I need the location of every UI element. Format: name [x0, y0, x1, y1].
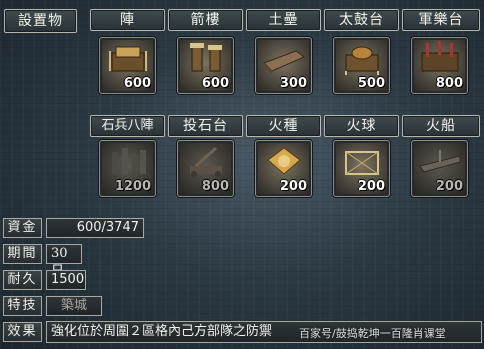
item-cost: 500	[357, 76, 385, 91]
item-label-drum-tower: 太鼓台	[324, 9, 399, 31]
item-label-fireball: 火球	[324, 115, 399, 137]
item-fireball[interactable]: 200	[333, 140, 390, 197]
panel-title: 設置物	[4, 9, 77, 33]
item-cost: 1200	[114, 179, 151, 194]
period-label: 期間	[3, 244, 42, 264]
item-catapult[interactable]: 800	[177, 140, 234, 197]
item-camp[interactable]: 600	[99, 37, 156, 94]
funds-value: 600/3747	[46, 218, 144, 238]
skill-value: 築城	[46, 296, 102, 316]
fire-ship-icon	[419, 150, 461, 173]
item-label-earth-wall: 土壘	[246, 9, 321, 31]
watermark: 百家号/鼓捣乾坤一百隆肖课堂	[299, 327, 446, 340]
stone-sentinel-maze-icon	[112, 148, 146, 174]
durability-value: 1500	[46, 270, 86, 290]
item-fire-seed[interactable]: 200	[255, 140, 312, 197]
music-tower-icon	[421, 41, 459, 72]
item-cost: 200	[357, 179, 385, 194]
item-music-tower[interactable]: 800	[411, 37, 468, 94]
item-label-catapult: 投石台	[168, 115, 243, 137]
camp-icon	[109, 46, 147, 72]
item-drum-tower[interactable]: 500	[333, 37, 390, 94]
item-label-music-tower: 軍樂台	[402, 9, 480, 31]
item-arrow-tower[interactable]: 600	[177, 37, 234, 94]
item-cost: 200	[435, 179, 463, 194]
item-cost: 200	[279, 179, 307, 194]
item-label-fire-ship: 火船	[402, 115, 480, 137]
item-cost: 300	[279, 76, 307, 91]
arrow-tower-icon	[190, 43, 222, 72]
durability-label: 耐久	[3, 270, 42, 290]
item-stone-sentinel-maze[interactable]: 1200	[99, 140, 156, 197]
skill-label: 特技	[3, 296, 42, 316]
earth-wall-icon	[263, 50, 305, 74]
fire-seed-icon	[267, 147, 301, 175]
item-label-camp: 陣	[90, 9, 165, 31]
item-label-stone-sentinel-maze: 石兵八陣	[90, 115, 165, 137]
drum-tower-icon	[345, 46, 379, 75]
effect-label: 效果	[3, 322, 42, 342]
item-cost: 800	[201, 179, 229, 194]
item-earth-wall[interactable]: 300	[255, 37, 312, 94]
item-cost: 600	[123, 76, 151, 91]
item-label-fire-seed: 火種	[246, 115, 321, 137]
item-label-arrow-tower: 箭樓	[168, 9, 243, 31]
funds-label: 資金	[3, 218, 42, 238]
item-fire-ship[interactable]: 200	[411, 140, 468, 197]
period-value: 30日	[46, 244, 82, 279]
fireball-icon	[345, 151, 379, 175]
item-cost: 600	[201, 76, 229, 91]
item-cost: 800	[435, 76, 463, 91]
catapult-icon	[190, 146, 222, 177]
